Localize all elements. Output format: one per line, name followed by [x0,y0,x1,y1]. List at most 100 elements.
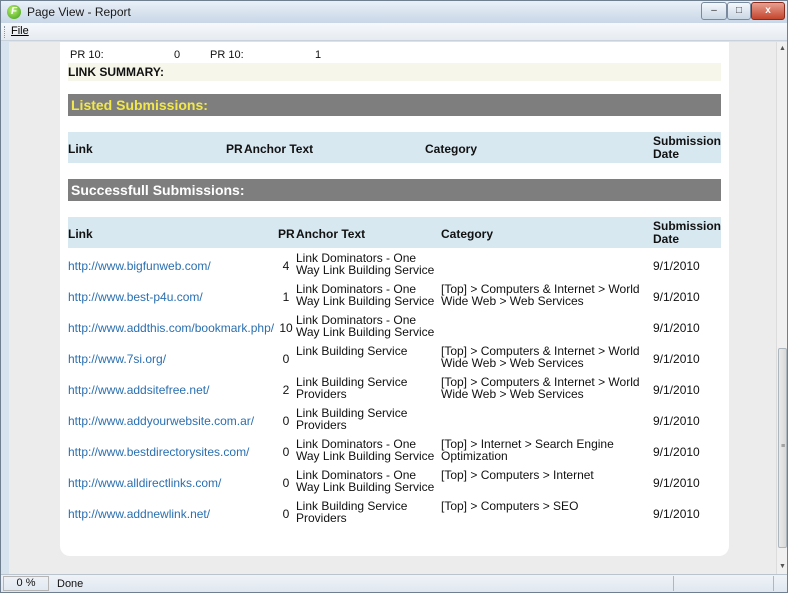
col-submission-date: Submission Date [653,220,721,246]
row-pr: 4 [282,259,290,273]
row-anchor-text: Link Dominators - One Way Link Building S… [296,314,446,338]
minimize-button[interactable]: – [701,2,727,20]
table-row: http://www.addthis.com/bookmark.php/10 Li… [68,312,721,342]
row-link[interactable]: http://www.addthis.com/bookmark.php/ [68,321,274,335]
row-pr: 0 [282,445,290,459]
row-anchor-text: Link Building Service Providers [296,500,446,524]
table-row: http://www.addyourwebsite.com.ar/0 Link B… [68,405,721,435]
scroll-up-arrow-icon[interactable]: ▲ [777,42,788,56]
link-summary-heading: LINK SUMMARY: [68,63,721,81]
row-pr: 0 [282,414,290,428]
table-row: http://www.addsitefree.net/2 Link Buildin… [68,374,721,404]
table-row: http://www.best-p4u.com/1 Link Dominators… [68,281,721,311]
row-category: [Top] > Computers & Internet > World Wide… [441,376,653,400]
close-button[interactable]: x [751,2,785,20]
row-anchor-text: Link Building Service [296,345,446,357]
row-link[interactable]: http://www.7si.org/ [68,352,166,366]
status-separator [673,576,674,591]
row-category: [Top] > Computers > SEO [441,500,653,512]
col-pr: PR [278,227,295,241]
row-anchor-line2: Way Link Building Service [296,294,435,308]
status-bar: 0 % Done [1,574,787,592]
table-row: http://www.bestdirectorysites.com/0 Link … [68,436,721,466]
table-row: http://www.alldirectlinks.com/0 Link Domi… [68,467,721,497]
row-submission-date: 9/1/2010 [653,259,700,273]
row-category: [Top] > Internet > Search Engine Optimiza… [441,438,653,462]
row-anchor-text: Link Dominators - One Way Link Building S… [296,283,446,307]
col-category: Category [441,227,494,241]
status-zoom: 0 % [3,576,49,591]
row-anchor-line2: Way Link Building Service [296,263,435,277]
row-pr: 0 [282,352,290,366]
row-anchor-line2: Providers [296,511,347,525]
table-row: http://www.7si.org/0 Link Building Servic… [68,343,721,373]
scrollbar-thumb[interactable]: ≡ [778,348,787,548]
row-category: [Top] > Computers & Internet > World Wide… [441,345,653,369]
col-submission-date-line2: Date [653,147,680,161]
row-link[interactable]: http://www.alldirectlinks.com/ [68,476,221,490]
row-category: [Top] > Computers > Internet [441,469,653,481]
row-anchor-line2: Providers [296,418,347,432]
row-category-line2: Wide Web > Web Services [441,294,584,308]
row-anchor-text: Link Building Service Providers [296,376,446,400]
row-category-line1: [Top] > Computers > SEO [441,499,579,513]
table-row: http://www.bigfunweb.com/4 Link Dominator… [68,250,721,280]
table-row: http://www.addnewlink.net/0 Link Building… [68,498,721,528]
menu-bar: File [1,23,787,41]
vertical-scrollbar[interactable]: ▲ ≡ ▼ [776,42,787,574]
row-anchor-line2: Way Link Building Service [296,325,435,339]
row-category-line2: Optimization [441,449,508,463]
row-anchor-text: Link Building Service Providers [296,407,446,431]
listed-submissions-heading: Listed Submissions: [68,94,721,116]
status-text: Done [57,578,84,590]
col-pr: PR [226,142,243,156]
row-submission-date: 9/1/2010 [653,507,700,521]
row-anchor-text: Link Dominators - One Way Link Building S… [296,438,446,462]
row-pr: 2 [282,383,290,397]
app-logo-icon: F [7,5,21,19]
row-pr: 10 [279,321,293,335]
col-category: Category [425,142,478,156]
row-submission-date: 9/1/2010 [653,352,700,366]
status-separator [773,576,774,591]
col-link: Link [68,227,93,241]
col-anchor-text: Anchor Text [296,227,366,241]
scroll-grip-icon: ≡ [781,443,786,450]
row-submission-date: 9/1/2010 [653,414,700,428]
report-viewport: PR 10: 0 PR 10: 1 LINK SUMMARY: Listed S… [9,42,776,574]
row-link[interactable]: http://www.addyourwebsite.com.ar/ [68,414,254,428]
row-link[interactable]: http://www.bigfunweb.com/ [68,259,211,273]
row-submission-date: 9/1/2010 [653,476,700,490]
row-category: [Top] > Computers & Internet > World Wide… [441,283,653,307]
row-anchor-text: Link Dominators - One Way Link Building S… [296,469,446,493]
row-link[interactable]: http://www.addnewlink.net/ [68,507,210,521]
row-pr: 0 [282,507,290,521]
report-panel: PR 10: 0 PR 10: 1 LINK SUMMARY: Listed S… [60,42,729,556]
pr-label-1: PR 10: [70,49,104,61]
row-anchor-text: Link Dominators - One Way Link Building S… [296,252,446,276]
row-category-line1: [Top] > Computers > Internet [441,468,594,482]
row-link[interactable]: http://www.best-p4u.com/ [68,290,203,304]
row-pr: 1 [282,290,290,304]
scroll-down-arrow-icon[interactable]: ▼ [777,560,788,574]
pr-value-1: 0 [174,49,181,61]
report-window: F Page View - Report – □ x File PR 10: 0… [0,0,788,593]
pr-value-2: 1 [315,49,322,61]
row-submission-date: 9/1/2010 [653,321,700,335]
pr-label-2: PR 10: [210,49,244,61]
col-submission-date: Submission Date [653,135,721,161]
row-link[interactable]: http://www.addsitefree.net/ [68,383,209,397]
window-title: Page View - Report [27,5,131,19]
row-submission-date: 9/1/2010 [653,383,700,397]
row-link[interactable]: http://www.bestdirectorysites.com/ [68,445,249,459]
col-link: Link [68,142,93,156]
col-anchor-text: Anchor Text [244,142,314,156]
successful-submissions-heading: Successfull Submissions: [68,179,721,201]
row-pr: 0 [282,476,290,490]
listed-table-header: Link PR Anchor Text Category Submission … [68,132,721,163]
title-bar: F Page View - Report – □ x [1,1,787,23]
row-category-line2: Wide Web > Web Services [441,356,584,370]
menu-file[interactable]: File [11,25,29,37]
success-table-header: Link PR Anchor Text Category Submission … [68,217,721,248]
maximize-button[interactable]: □ [727,2,751,20]
